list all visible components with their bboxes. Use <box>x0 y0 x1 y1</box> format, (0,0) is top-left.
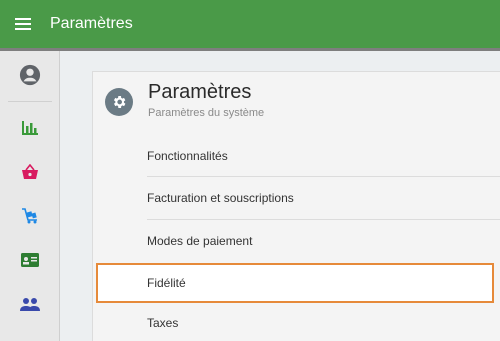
gear-icon <box>105 88 133 116</box>
list-divider <box>147 176 500 177</box>
bar-chart-icon <box>22 121 38 135</box>
settings-item-label: Modes de paiement <box>147 234 253 248</box>
sidebar-item-users[interactable] <box>0 286 60 322</box>
settings-item-label: Fidélité <box>147 276 186 290</box>
sidebar <box>0 51 60 341</box>
page-title: Paramètres <box>148 81 252 103</box>
sidebar-item-delivery[interactable] <box>0 198 60 234</box>
settings-item-label: Fonctionnalités <box>147 149 228 163</box>
people-icon <box>20 298 40 311</box>
list-divider <box>147 219 500 220</box>
settings-item-loyalty[interactable]: Fidélité <box>147 263 500 303</box>
settings-item-payment-methods[interactable]: Modes de paiement <box>147 221 500 261</box>
sidebar-item-statistics[interactable] <box>0 110 60 146</box>
settings-item-billing[interactable]: Facturation et souscriptions <box>147 178 500 218</box>
panel-header: Paramètres Paramètres du système <box>93 72 500 132</box>
shopping-basket-icon <box>22 164 38 179</box>
settings-item-label: Facturation et souscriptions <box>147 191 294 205</box>
sidebar-item-account[interactable] <box>0 57 60 93</box>
app-title: Paramètres <box>50 15 133 32</box>
settings-item-label: Taxes <box>147 316 179 330</box>
page-subtitle: Paramètres du système <box>148 107 265 119</box>
settings-item-taxes[interactable]: Taxes <box>147 305 500 341</box>
delivery-cart-icon <box>22 208 37 224</box>
account-icon <box>19 64 41 86</box>
id-card-icon <box>21 253 39 267</box>
sidebar-item-orders[interactable] <box>0 154 60 190</box>
sidebar-item-customers-card[interactable] <box>0 242 60 278</box>
top-app-bar: Paramètres <box>0 0 500 51</box>
settings-item-features[interactable]: Fonctionnalités <box>147 136 500 176</box>
hamburger-menu-icon[interactable] <box>0 17 46 31</box>
sidebar-divider <box>8 101 52 102</box>
